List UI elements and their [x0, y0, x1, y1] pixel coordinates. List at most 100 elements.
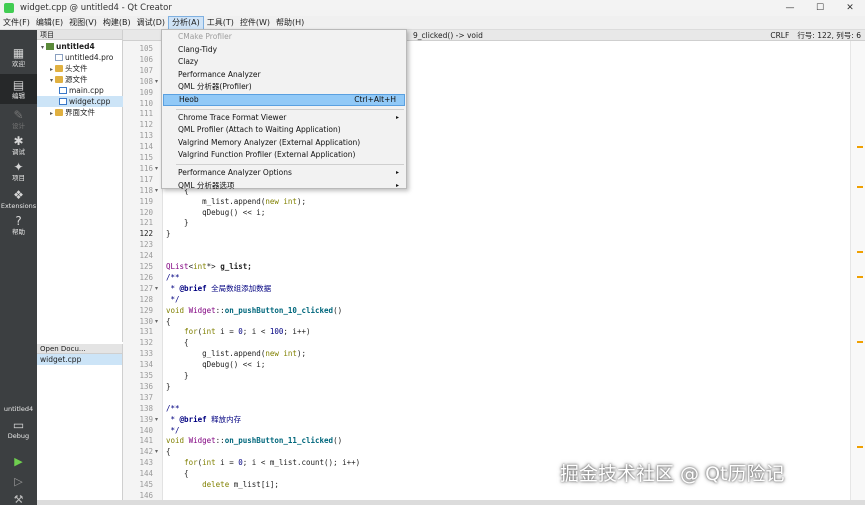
menu-widgets[interactable]: 控件(W) [237, 16, 273, 30]
code-line: * @brief 释放内存 [166, 414, 242, 424]
editor-scrollbar[interactable] [850, 41, 865, 500]
analyze-menu-item-cmake-profiler[interactable]: CMake Profiler [163, 31, 405, 43]
fold-marker-icon[interactable]: ▾ [155, 76, 158, 87]
fold-marker-icon[interactable]: ▾ [155, 446, 158, 457]
tree-item-forms[interactable]: ▸ 界面文件 [37, 107, 123, 118]
menu-debug[interactable]: 调试(D) [134, 16, 168, 30]
maximize-button[interactable]: ☐ [805, 0, 835, 16]
kit-selector[interactable]: ▭ Debug [0, 414, 37, 444]
line-number: 142 [139, 447, 153, 457]
folder-icon [55, 76, 63, 83]
open-documents-header: Open Docu... [37, 344, 122, 354]
code-line: void Widget::on_pushButton_11_clicked() [166, 436, 343, 446]
analyze-menu-item-performance-analyzer-options[interactable]: Performance Analyzer Options ▸ [163, 167, 405, 179]
grid-icon: ▦ [12, 45, 25, 60]
line-number: 145 [139, 480, 153, 489]
line-number: 132 [139, 338, 153, 348]
line-number: 135 [139, 371, 153, 380]
fold-marker-icon[interactable]: ▾ [155, 163, 158, 174]
cpp-file-icon [59, 87, 67, 94]
window-title: widget.cpp @ untitled4 - Qt Creator [20, 3, 172, 13]
mode-edit[interactable]: ▤ 编辑 [0, 74, 37, 104]
submenu-arrow-icon: ▸ [395, 169, 399, 176]
tree-item-pro-file[interactable]: untitled4.pro [37, 52, 123, 63]
code-line: /** [166, 403, 180, 413]
code-line: QList<int*> g_list; [166, 262, 252, 271]
tree-item-sources[interactable]: ▾ 源文件 [37, 74, 123, 85]
tree-item-main-cpp[interactable]: main.cpp [37, 85, 123, 96]
scrollbar-marker [857, 251, 863, 253]
mode-help[interactable]: ? 帮助 [0, 210, 37, 240]
analyze-menu-item-qml[interactable]: QML 分析器选项 ▸ [163, 180, 405, 192]
analyze-menu-item-heob[interactable]: Heob Ctrl+Alt+H [163, 94, 405, 106]
debug-run-button[interactable]: ▷ [0, 472, 37, 490]
tree-item-headers[interactable]: ▸ 头文件 [37, 63, 123, 74]
menu-bar: 文件(F) 编辑(E) 视图(V) 构建(B) 调试(D) 分析(A) 工具(T… [0, 15, 865, 30]
help-icon: ? [15, 213, 22, 228]
code-line: { [166, 469, 189, 479]
kit-project-label: untitled4 [3, 405, 34, 413]
analyze-menu-item-clazy[interactable]: Clazy [163, 56, 405, 68]
menu-help[interactable]: 帮助(H) [273, 16, 307, 30]
menu-file[interactable]: 文件(F) [0, 16, 33, 30]
file-icon [55, 54, 63, 61]
menu-edit[interactable]: 编辑(E) [33, 16, 66, 30]
status-bar [37, 500, 865, 505]
run-button[interactable]: ▶ [0, 452, 37, 470]
line-number: 129 [139, 305, 153, 315]
analyze-menu-item-valgrind-memory-analyzer-external-application[interactable]: Valgrind Memory Analyzer (External Appli… [163, 137, 405, 149]
code-line: } [166, 229, 171, 239]
mode-projects[interactable]: ✦ 项目 [0, 156, 37, 186]
menu-item-label: CMake Profiler [178, 32, 232, 41]
mode-welcome[interactable]: ▦ 欢迎 [0, 42, 37, 72]
menu-build[interactable]: 构建(B) [100, 16, 134, 30]
tree-item-widget-cpp[interactable]: widget.cpp [37, 96, 123, 107]
code-line: void Widget::on_pushButton_10_clicked() [166, 305, 343, 315]
line-number: 119 [139, 196, 153, 206]
line-number: 120 [139, 207, 153, 217]
code-line: } [166, 381, 171, 391]
fold-marker-icon[interactable]: ▾ [155, 414, 158, 425]
line-number: 108 [139, 76, 153, 86]
analyze-menu-item-performance-analyzer[interactable]: Performance Analyzer [163, 69, 405, 81]
fold-marker-icon[interactable]: ▾ [155, 185, 158, 196]
line-number: 115 [139, 153, 153, 162]
analyze-menu-item-chrome-trace-format-viewer[interactable]: Chrome Trace Format Viewer ▸ [163, 112, 405, 124]
analyze-menu-item-qml-profiler[interactable]: QML 分析器(Profiler) [163, 81, 405, 93]
line-number: 121 [139, 218, 153, 228]
line-number: 116 [139, 163, 153, 173]
line-number: 105 [139, 44, 153, 53]
fold-marker-icon[interactable]: ▾ [155, 316, 158, 327]
analyze-menu-item-qml-profiler-attach-to-waiting-application[interactable]: QML Profiler (Attach to Waiting Applicat… [163, 124, 405, 136]
minimize-button[interactable]: — [775, 0, 805, 16]
line-number: 124 [139, 251, 153, 261]
build-button[interactable]: ⚒ [0, 490, 37, 505]
fold-marker-icon[interactable]: ▾ [155, 283, 158, 294]
close-button[interactable]: ✕ [835, 0, 865, 16]
cursor-position[interactable]: 行号: 122, 列号: 6 [797, 30, 861, 41]
tree-item-project[interactable]: ▾ untitled4 [37, 41, 123, 52]
code-line: delete m_list[i]; [202, 480, 279, 489]
title-bar: widget.cpp @ untitled4 - Qt Creator — ☐ … [0, 0, 865, 16]
line-number: 144 [139, 469, 153, 479]
open-documents-panel: Open Docu... widget.cpp [37, 344, 123, 500]
menu-item-label: Valgrind Function Profiler (External App… [178, 150, 356, 160]
line-number: 143 [139, 458, 153, 468]
open-document-item[interactable]: widget.cpp [37, 354, 122, 365]
cpp-file-icon [59, 98, 67, 105]
analyze-menu-item-clang-tidy[interactable]: Clang-Tidy [163, 44, 405, 56]
line-number: 139 [139, 414, 153, 424]
menu-tools[interactable]: 工具(T) [204, 16, 237, 30]
menu-view[interactable]: 视图(V) [66, 16, 100, 30]
analyze-menu-item-valgrind-function-profiler-external-application[interactable]: Valgrind Function Profiler (External App… [163, 149, 405, 161]
play-icon: ▶ [14, 454, 23, 468]
code-line: } [166, 218, 189, 228]
line-ending-selector[interactable]: CRLF [770, 30, 789, 41]
menu-analyze[interactable]: 分析(A) [168, 15, 204, 30]
menu-item-label: Chrome Trace Format Viewer [178, 112, 287, 122]
menu-item-label: Heob [179, 95, 199, 104]
line-number: 140 [139, 425, 153, 435]
function-breadcrumb[interactable]: 9_clicked() -> void [413, 30, 483, 41]
monitor-icon: ▭ [12, 417, 25, 432]
line-number: 128 [139, 294, 153, 304]
